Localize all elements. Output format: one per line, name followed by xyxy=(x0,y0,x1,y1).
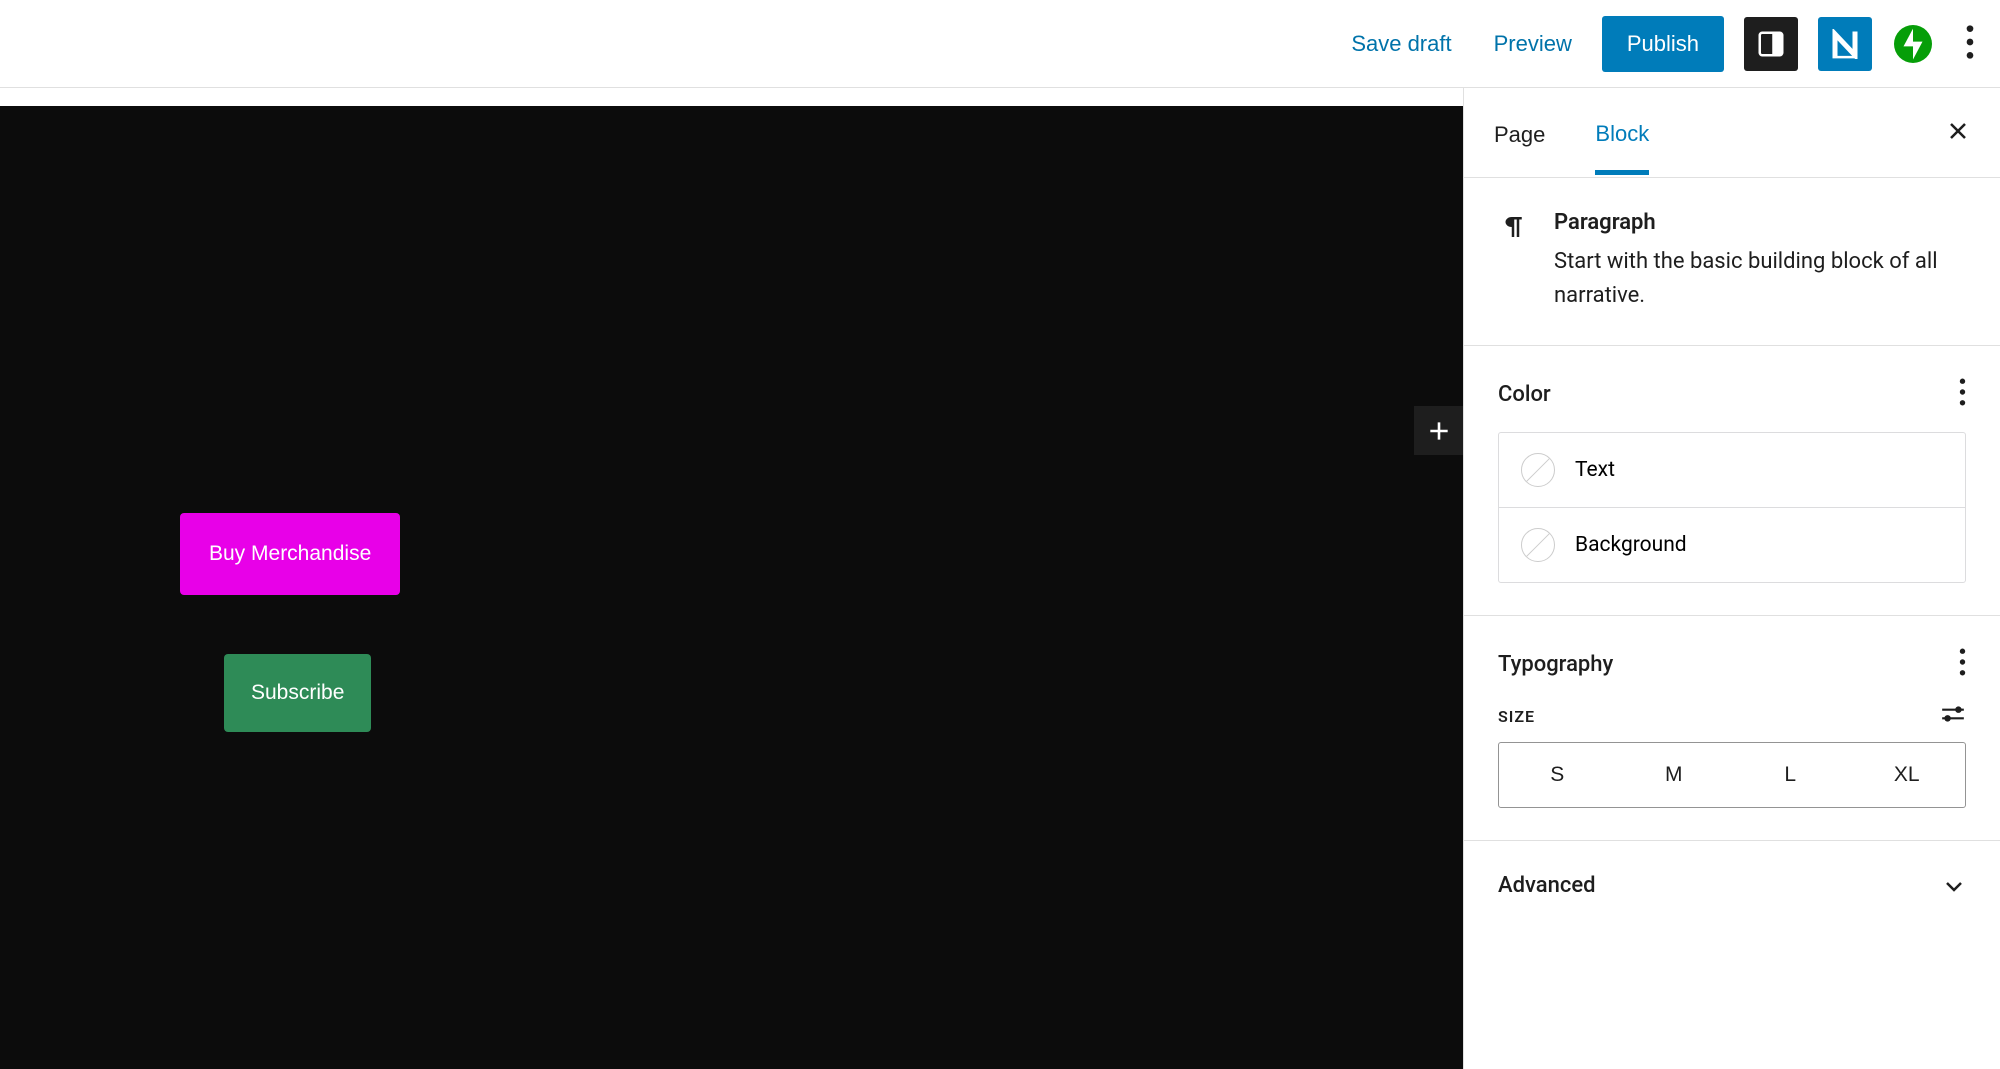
editor-header: Save draft Preview Publish xyxy=(0,0,2000,88)
chevron-down-icon xyxy=(1942,874,1966,898)
size-buttons: S M L XL xyxy=(1498,742,1966,808)
block-type-title: Paragraph xyxy=(1554,210,1966,235)
block-type-description: Start with the basic building block of a… xyxy=(1554,245,1966,313)
color-heading: Color xyxy=(1498,382,1551,407)
custom-size-button[interactable] xyxy=(1940,704,1966,728)
kebab-icon xyxy=(1959,378,1966,406)
color-background-row[interactable]: Background xyxy=(1499,507,1965,582)
close-icon xyxy=(1946,119,1970,143)
color-text-row[interactable]: Text xyxy=(1499,433,1965,507)
settings-sidebar: Page Block Paragraph Start with the basi… xyxy=(1463,88,2000,1069)
size-s-button[interactable]: S xyxy=(1499,743,1616,807)
preview-button[interactable]: Preview xyxy=(1478,21,1588,67)
jetpack-button[interactable] xyxy=(1894,25,1932,63)
editor-options-button[interactable] xyxy=(1966,24,1974,64)
panel-icon xyxy=(1756,29,1786,59)
color-section: Color Text Background xyxy=(1464,346,2000,616)
canvas-button-subscribe[interactable]: Subscribe xyxy=(224,654,371,732)
typography-heading: Typography xyxy=(1498,652,1613,677)
add-block-button[interactable] xyxy=(1414,406,1463,455)
close-sidebar-button[interactable] xyxy=(1946,119,1970,147)
paragraph-icon xyxy=(1498,212,1528,242)
canvas-button-buy-merchandise[interactable]: Buy Merchandise xyxy=(180,513,400,595)
jetpack-icon xyxy=(1894,25,1932,63)
n-logo-icon xyxy=(1830,29,1860,59)
sliders-icon xyxy=(1940,704,1966,724)
empty-swatch-icon xyxy=(1521,453,1555,487)
theme-logo-button[interactable] xyxy=(1818,17,1872,71)
kebab-icon xyxy=(1959,648,1966,676)
color-text-label: Text xyxy=(1575,458,1615,482)
tab-block[interactable]: Block xyxy=(1595,91,1649,175)
plus-icon xyxy=(1426,418,1452,444)
sidebar-tabs: Page Block xyxy=(1464,88,2000,178)
save-draft-button[interactable]: Save draft xyxy=(1335,21,1467,67)
publish-button[interactable]: Publish xyxy=(1602,16,1724,72)
empty-swatch-icon xyxy=(1521,528,1555,562)
kebab-icon xyxy=(1966,24,1974,60)
advanced-section-toggle[interactable]: Advanced xyxy=(1464,841,2000,930)
typography-options-button[interactable] xyxy=(1959,648,1966,680)
tab-page[interactable]: Page xyxy=(1494,92,1545,174)
block-info-section: Paragraph Start with the basic building … xyxy=(1464,178,2000,346)
color-background-label: Background xyxy=(1575,533,1687,557)
advanced-heading: Advanced xyxy=(1498,873,1596,898)
color-list: Text Background xyxy=(1498,432,1966,583)
size-xl-button[interactable]: XL xyxy=(1849,743,1966,807)
size-l-button[interactable]: L xyxy=(1732,743,1849,807)
settings-panel-toggle[interactable] xyxy=(1744,17,1798,71)
typography-section: Typography SIZE S M L XL xyxy=(1464,616,2000,841)
editor-canvas[interactable]: Buy Merchandise Subscribe xyxy=(0,106,1463,1069)
size-label: SIZE xyxy=(1498,707,1535,726)
color-options-button[interactable] xyxy=(1959,378,1966,410)
size-m-button[interactable]: M xyxy=(1616,743,1733,807)
